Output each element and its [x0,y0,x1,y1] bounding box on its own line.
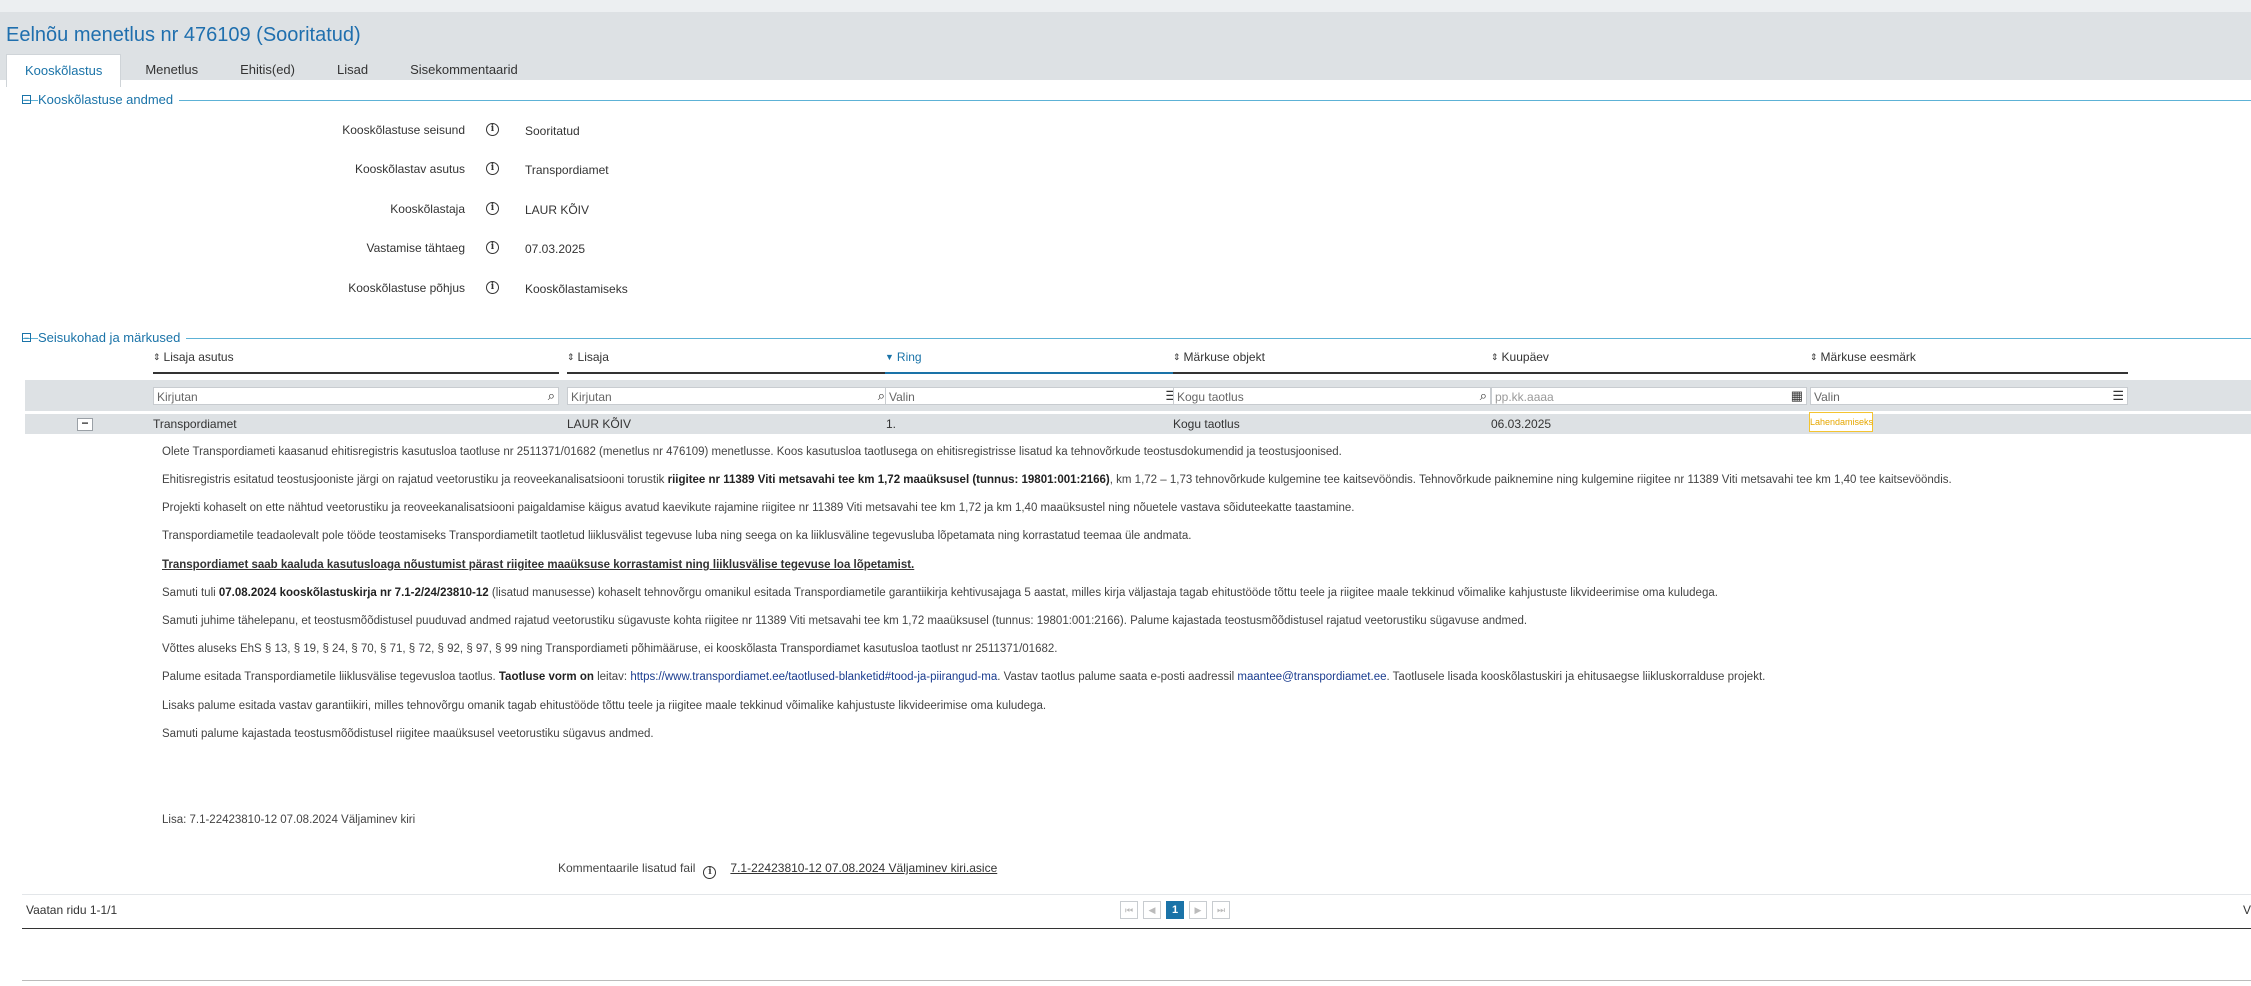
field-label: Kooskõlastuse põhjus [348,281,465,295]
section-kooskolastuse-andmed: − Kooskõlastuse andmed [22,92,2251,108]
calendar-icon[interactable]: ▦ [1791,388,1803,404]
cell-asutus: Transpordiamet [153,417,237,431]
comment-paragraph: Palume esitada Transpordiametile liiklus… [162,671,1766,683]
column-header-markuse-eesmark[interactable]: ⇕ Märkuse eesmärk [1810,350,2128,374]
section-title: Seisukohad ja märkused [38,330,187,345]
tab-ehitised[interactable]: Ehitis(ed) [222,54,313,86]
filter-asutus-input[interactable]: Kirjutan ⌕ [153,387,559,405]
field-label: Kooskõlastaja [390,202,465,216]
field-value: Sooritatud [525,124,580,138]
column-header-kuupaev[interactable]: ⇕ Kuupäev [1491,350,1813,374]
sort-icon: ⇕ [1810,352,1818,362]
comment-paragraph: Ehitisregistris esitatud teostusjooniste… [162,474,1952,486]
table-row[interactable]: − Transpordiamet LAUR KÕIV 1. Kogu taotl… [25,412,2251,434]
taotlused-link[interactable]: https://www.transpordiamet.ee/taotlused-… [630,671,997,683]
tab-bar: Kooskõlastus Menetlus Ehitis(ed) Lisad S… [6,54,542,87]
comment-paragraph-emphasis: Transpordiamet saab kaaluda kasutusloaga… [162,559,915,571]
info-icon[interactable]: i [486,241,499,254]
filter-lisaja-input[interactable]: Kirjutan ⌕ [567,387,889,405]
column-header-lisaja-asutus[interactable]: ⇕ Lisaja asutus [153,350,559,374]
filter-ring-select[interactable]: Valin ☰ [885,387,1181,405]
column-header-ring[interactable]: ▼ Ring [885,350,1181,374]
title-bar: Eelnõu menetlus nr 476109 (Sooritatud) K… [0,12,2251,87]
sort-icon: ⇕ [1491,352,1499,362]
tab-kooskolastus[interactable]: Kooskõlastus [6,54,122,87]
cell-ring: 1. [886,417,897,431]
status-badge: Lahendamiseks [1809,412,1873,432]
comment-paragraph: Transpordiametile teadaolevalt pole tööd… [162,530,1192,542]
comment-paragraph: Samuti palume kajastada teostusmõõdistus… [162,728,654,740]
comment-paragraph: Lisaks palume esitada vastav garantiikir… [162,700,1047,712]
comment-paragraph: Võttes aluseks EhS § 13, § 19, § 24, § 7… [162,643,1058,655]
next-page-button[interactable]: ▶ [1189,901,1207,919]
divider [22,928,2251,929]
info-icon[interactable]: i [486,162,499,175]
comment-paragraph: Samuti tuli 07.08.2024 kooskõlastuskirja… [162,587,1718,599]
search-icon[interactable]: ⌕ [878,388,885,404]
prev-page-button[interactable]: ◀ [1143,901,1161,919]
filter-row: Kirjutan ⌕ Kirjutan ⌕ Valin ☰ Kogu taotl… [25,380,2251,411]
collapse-row-button[interactable]: − [77,417,93,431]
sort-icon: ⇕ [567,352,575,362]
column-header-markuse-objekt[interactable]: ⇕ Märkuse objekt [1173,350,1508,374]
window-top-strip [0,0,2251,12]
section-divider [22,100,2251,101]
cell-objekt: Kogu taotlus [1173,417,1240,431]
divider [22,980,2251,981]
first-page-button[interactable]: ⏮ [1120,901,1138,919]
last-page-button[interactable]: ⏭ [1212,901,1230,919]
email-link[interactable]: maantee@transpordiamet.ee [1237,671,1386,683]
sort-icon: ⇕ [153,352,161,362]
field-value: Kooskõlastamiseks [525,282,628,296]
field-value: Transpordiamet [525,163,609,177]
pagination: ⏮ ◀ 1 ▶ ⏭ [1120,901,1235,919]
section-seisukohad: − Seisukohad ja märkused [22,330,2251,346]
row-count: Vaatan ridu 1-1/1 [26,903,118,917]
comment-paragraph: Samuti juhime tähelepanu, et teostusmõõd… [162,615,1528,627]
comment-paragraph: Olete Transpordiameti kaasanud ehitisreg… [162,446,1342,458]
field-label: Kooskõlastuse seisund [342,123,465,137]
page-title: Eelnõu menetlus nr 476109 (Sooritatud) [6,24,361,46]
page-number-button[interactable]: 1 [1166,901,1184,919]
info-icon[interactable]: i [703,866,717,879]
search-icon[interactable]: ⌕ [548,388,555,404]
comment-paragraph: Lisa: 7.1-22423810-12 07.08.2024 Väljami… [162,814,416,826]
field-row-tahtaeg: Vastamise tähtaeg i 07.03.2025 [0,239,1200,259]
field-value: LAUR KÕIV [525,203,590,217]
search-icon[interactable]: ⌕ [1480,388,1487,404]
collapse-section-icon[interactable]: − [22,95,31,105]
collapse-section-icon[interactable]: − [22,333,31,343]
chevron-down-icon: ▼ [885,352,894,362]
section-title: Kooskõlastuse andmed [38,92,180,107]
info-icon[interactable]: i [486,281,499,294]
attachment-label: Kommentaarile lisatud fail [558,861,696,875]
field-label: Vastamise tähtaeg [366,241,465,255]
footer-right-text: V [2242,903,2251,917]
cell-lisaja: LAUR KÕIV [567,417,632,431]
tab-sisekommentaarid[interactable]: Sisekommentaarid [392,54,536,86]
filter-objekt-input[interactable]: Kogu taotlus ⌕ [1173,387,1491,405]
cell-kuupaev: 06.03.2025 [1491,417,1552,431]
info-icon[interactable]: i [486,202,499,215]
list-icon[interactable]: ☰ [2112,388,2124,404]
grid-footer: Vaatan ridu 1-1/1 ⏮ ◀ 1 ▶ ⏭ V [22,894,2251,927]
info-icon[interactable]: i [486,123,499,136]
field-row-kooskolastaja: Kooskõlastaja i LAUR KÕIV [0,200,1200,220]
attachment-file-link[interactable]: 7.1-22423810-12 07.08.2024 Väljaminev ki… [730,861,997,875]
filter-eesmark-select[interactable]: Valin ☰ [1810,387,2128,405]
field-row-seisund: Kooskõlastuse seisund i Sooritatud [0,121,1200,141]
field-row-pohjus: Kooskõlastuse põhjus i Kooskõlastamiseks [0,279,1200,299]
tab-lisad[interactable]: Lisad [319,54,386,86]
tab-menetlus[interactable]: Menetlus [127,54,216,86]
comment-paragraph: Projekti kohaselt on ette nähtud veetoru… [162,502,1355,514]
field-label: Kooskõlastav asutus [354,162,465,176]
filter-kuupaev-input[interactable]: pp.kk.aaaa ▦ [1491,387,1807,405]
attachment-row: Kommentaarile lisatud fail i 7.1-22423810-… [558,861,997,879]
sort-icon: ⇕ [1173,352,1181,362]
field-row-asutus: Kooskõlastav asutus i Transpordiamet [0,160,1200,180]
section-divider [22,338,2251,339]
field-value: 07.03.2025 [525,242,586,256]
